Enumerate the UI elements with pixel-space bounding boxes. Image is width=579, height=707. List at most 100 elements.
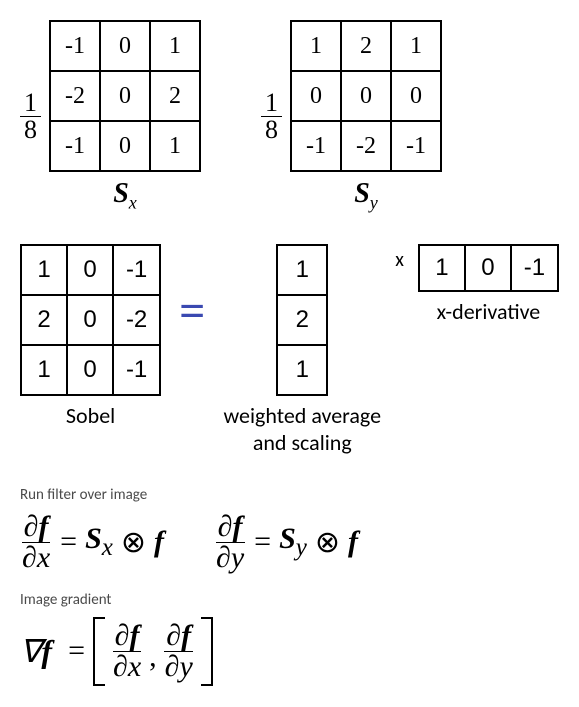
table-row: 2 — [277, 295, 327, 345]
otimes-symbol: ⊗ — [315, 525, 340, 560]
label-sub: x — [129, 193, 137, 213]
col-vector-block: 1 2 1 weighted average and scaling — [223, 244, 381, 456]
sobel-block: 10-1 20-2 10-1 Sobel — [20, 244, 161, 429]
cell: -1 — [113, 345, 160, 395]
cell: -1 — [391, 121, 441, 171]
gradient-equation: ∇ f = ∂f ∂x , ∂f ∂y — [20, 617, 559, 686]
dfdy-equation: ∂f ∂y = Sy ⊗ f — [214, 512, 358, 573]
col-caption: weighted average and scaling — [223, 402, 381, 456]
cell: 1 — [277, 345, 327, 395]
label-main: S — [113, 178, 129, 209]
derivative-equations: ∂f ∂x = Sx ⊗ f ∂f ∂y = Sy ⊗ f — [20, 512, 559, 573]
cell: -1 — [50, 21, 100, 71]
label-sub: y — [370, 193, 378, 213]
nabla-symbol: ∇ — [20, 632, 41, 670]
table-row: -1-2-1 — [291, 121, 441, 171]
frac-den: 8 — [261, 117, 282, 143]
equals: = — [68, 634, 85, 668]
gradient-bracket: ∂f ∂x , ∂f ∂y — [93, 617, 213, 686]
frac-num: 1 — [261, 90, 282, 117]
row-vector: 10-1 — [418, 244, 559, 292]
equals: = — [254, 525, 271, 559]
cell: 2 — [341, 21, 391, 71]
partial-fraction: ∂f ∂y — [214, 512, 246, 573]
heading-run-filter: Run filter over image — [20, 486, 559, 504]
cell: -1 — [291, 121, 341, 171]
table-row: 10-1 — [21, 345, 160, 395]
sx-kernel: -101 -202 -101 — [49, 20, 201, 172]
left-bracket-icon — [93, 617, 105, 686]
cell: -1 — [511, 245, 558, 291]
sobel-decomposition: 10-1 20-2 10-1 Sobel = 1 2 1 weighted av… — [20, 244, 559, 456]
partial-fraction: ∂f ∂x — [111, 621, 143, 682]
cell: -1 — [113, 245, 160, 295]
cell: 2 — [277, 295, 327, 345]
comma: , — [149, 640, 157, 682]
sx-kernel-block: -101 -202 -101 Sx — [49, 20, 201, 214]
sy-block: 1 8 121 000 -1-2-1 Sy — [261, 20, 442, 214]
cell: -2 — [341, 121, 391, 171]
frac-num: 1 — [20, 90, 41, 117]
var-x: x — [37, 541, 50, 574]
partial-fraction: ∂f ∂y — [163, 621, 195, 682]
sy-kernel-block: 121 000 -1-2-1 Sy — [290, 20, 442, 214]
f-symbol: f — [41, 633, 52, 670]
table-row: 1 — [277, 245, 327, 295]
sy-kernel: 121 000 -1-2-1 — [290, 20, 442, 172]
sx-label: Sx — [113, 178, 137, 214]
table-row: 000 — [291, 71, 441, 121]
cell: 2 — [150, 71, 200, 121]
cell: 2 — [21, 295, 67, 345]
var-y: y — [231, 541, 244, 574]
var-f: f — [233, 510, 243, 543]
sx-fraction: 1 8 — [20, 90, 41, 143]
sobel-caption: Sobel — [66, 402, 115, 429]
right-bracket-icon — [201, 617, 213, 686]
sy-label: Sy — [354, 178, 378, 214]
equals-sign: = — [179, 284, 205, 337]
label-main: S — [354, 178, 370, 209]
cell: 1 — [291, 21, 341, 71]
sx-symbol: Sx — [85, 522, 113, 562]
cell: 0 — [67, 295, 113, 345]
var-f: f — [38, 510, 48, 543]
top-kernel-row: 1 8 -101 -202 -101 Sx 1 8 121 000 -1-2-1… — [20, 20, 559, 224]
f-symbol: f — [348, 525, 358, 559]
table-row: 1 — [277, 345, 327, 395]
row-caption: x-derivative — [437, 298, 541, 325]
cell: 0 — [391, 71, 441, 121]
table-row: -101 — [50, 21, 200, 71]
frac-den: 8 — [20, 117, 41, 143]
partial-fraction: ∂f ∂x — [20, 512, 52, 573]
cell: 1 — [277, 245, 327, 295]
col-vector: 1 2 1 — [276, 244, 328, 396]
otimes-symbol: ⊗ — [121, 525, 146, 560]
equals: = — [60, 525, 77, 559]
multiply-sign: x — [395, 248, 404, 272]
cell: -1 — [50, 121, 100, 171]
sobel-kernel: 10-1 20-2 10-1 — [20, 244, 161, 396]
heading-image-gradient: Image gradient — [20, 591, 559, 609]
cell: 0 — [100, 121, 150, 171]
sy-fraction: 1 8 — [261, 90, 282, 143]
table-row: 10-1 — [419, 245, 558, 291]
cell: 1 — [150, 21, 200, 71]
row-vector-block: 10-1 x-derivative — [418, 244, 559, 325]
cell: 1 — [21, 245, 67, 295]
table-row: 20-2 — [21, 295, 160, 345]
sy-symbol: Sy — [279, 522, 307, 562]
cell: 0 — [291, 71, 341, 121]
table-row: -101 — [50, 121, 200, 171]
cell: 0 — [67, 345, 113, 395]
cell: -2 — [113, 295, 160, 345]
cell: 0 — [100, 21, 150, 71]
table-row: 10-1 — [21, 245, 160, 295]
cell: 1 — [21, 345, 67, 395]
cell: 0 — [465, 245, 511, 291]
table-row: -202 — [50, 71, 200, 121]
partial-symbol: ∂ — [22, 541, 37, 574]
partial-symbol: ∂ — [24, 510, 39, 543]
partial-symbol: ∂ — [216, 541, 231, 574]
sx-block: 1 8 -101 -202 -101 Sx — [20, 20, 201, 214]
cell: 1 — [391, 21, 441, 71]
